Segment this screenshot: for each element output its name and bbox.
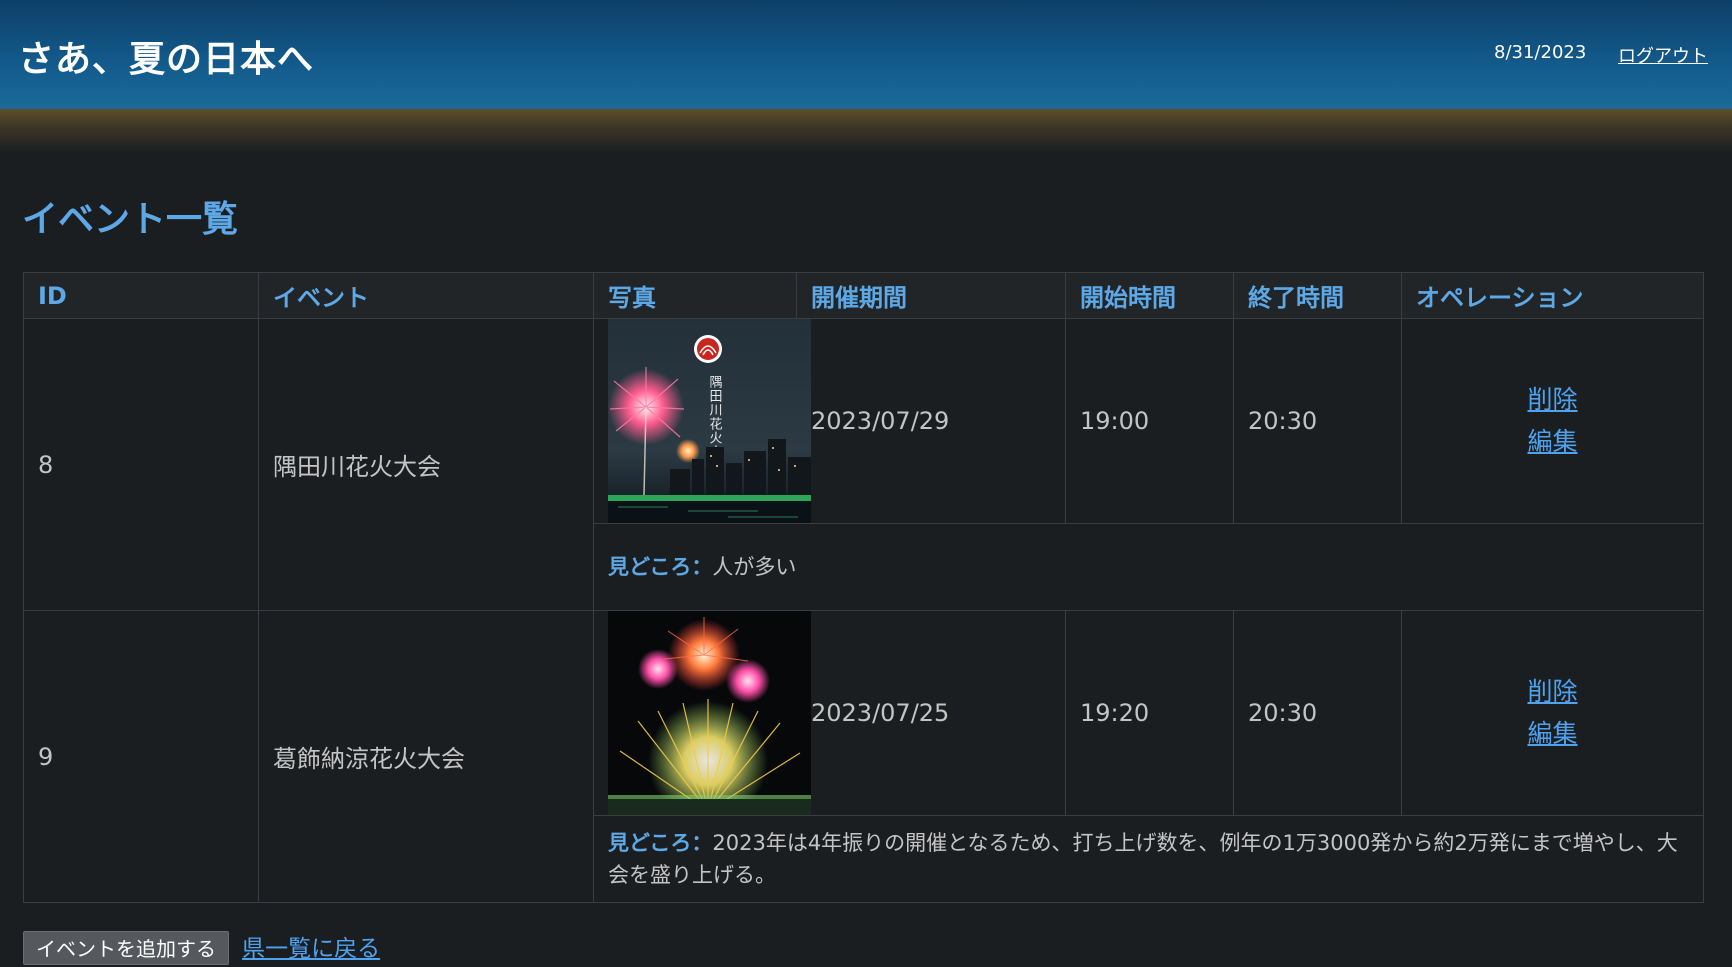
delete-link[interactable]: 削除 bbox=[1416, 671, 1689, 713]
site-title: さあ、夏の日本へ bbox=[18, 39, 315, 80]
cell-photo: 隅田川花火大会 bbox=[593, 318, 811, 524]
cell-period: 2023/07/25 bbox=[796, 610, 1066, 816]
cell-end-time: 20:30 bbox=[1233, 610, 1402, 816]
highlight-label: 見どころ： bbox=[608, 555, 713, 579]
events-table: ID イベント 写真 開催期間 開始時間 終了時間 オペレーション 8 隅田川花… bbox=[23, 272, 1704, 903]
column-header-photo: 写真 bbox=[593, 272, 797, 319]
cell-highlight: 見どころ：人が多い bbox=[593, 523, 1704, 611]
column-header-id: ID bbox=[23, 272, 259, 319]
add-event-button[interactable]: イベントを追加する bbox=[23, 931, 229, 965]
header-glow-band bbox=[0, 109, 1732, 153]
column-header-end-time: 終了時間 bbox=[1233, 272, 1402, 319]
site-header: さあ、夏の日本へ 8/31/2023 ログアウト bbox=[0, 0, 1732, 109]
logout-link[interactable]: ログアウト bbox=[1618, 42, 1708, 68]
header-date: 8/31/2023 bbox=[1494, 42, 1587, 63]
cell-period: 2023/07/29 bbox=[796, 318, 1066, 524]
column-header-event: イベント bbox=[258, 272, 594, 319]
highlight-text: 2023年は4年振りの開催となるため、打ち上げ数を、例年の1万3000発から約2… bbox=[608, 831, 1678, 887]
bottom-actions: イベントを追加する 県一覧に戻る bbox=[23, 931, 380, 965]
table-row: 9 葛飾納涼花火大会 2023/07/25 19:20 20:30 削除 編集 bbox=[23, 610, 1704, 903]
cell-end-time: 20:30 bbox=[1233, 318, 1402, 524]
column-header-start-time: 開始時間 bbox=[1065, 272, 1234, 319]
cell-start-time: 19:20 bbox=[1065, 610, 1234, 816]
cell-highlight: 見どころ：2023年は4年振りの開催となるため、打ち上げ数を、例年の1万3000… bbox=[593, 815, 1704, 903]
cell-start-time: 19:00 bbox=[1065, 318, 1234, 524]
delete-link[interactable]: 削除 bbox=[1416, 379, 1689, 421]
edit-link[interactable]: 編集 bbox=[1416, 421, 1689, 463]
cell-id: 9 bbox=[23, 610, 259, 903]
cell-operations: 削除 編集 bbox=[1401, 318, 1704, 524]
column-header-period: 開催期間 bbox=[796, 272, 1066, 319]
table-header-row: ID イベント 写真 開催期間 開始時間 終了時間 オペレーション bbox=[23, 272, 1704, 319]
event-photo-katsushika bbox=[608, 611, 811, 815]
column-header-operation: オペレーション bbox=[1401, 272, 1704, 319]
edit-link[interactable]: 編集 bbox=[1416, 713, 1689, 755]
page-title: イベント一覧 bbox=[22, 199, 239, 240]
highlight-text: 人が多い bbox=[712, 555, 797, 579]
cell-operations: 削除 編集 bbox=[1401, 610, 1704, 816]
cell-event-name: 葛飾納涼花火大会 bbox=[258, 610, 594, 903]
cell-event-name: 隅田川花火大会 bbox=[258, 318, 594, 611]
highlight-label: 見どころ： bbox=[608, 831, 713, 855]
table-row: 8 隅田川花火大会 隅田川花火大会 2023/07/29 19:00 20:30… bbox=[23, 318, 1704, 611]
back-to-prefecture-list-link[interactable]: 県一覧に戻る bbox=[242, 931, 380, 967]
event-photo-sumida: 隅田川花火大会 bbox=[608, 319, 811, 523]
cell-id: 8 bbox=[23, 318, 259, 611]
cell-photo bbox=[593, 610, 811, 816]
